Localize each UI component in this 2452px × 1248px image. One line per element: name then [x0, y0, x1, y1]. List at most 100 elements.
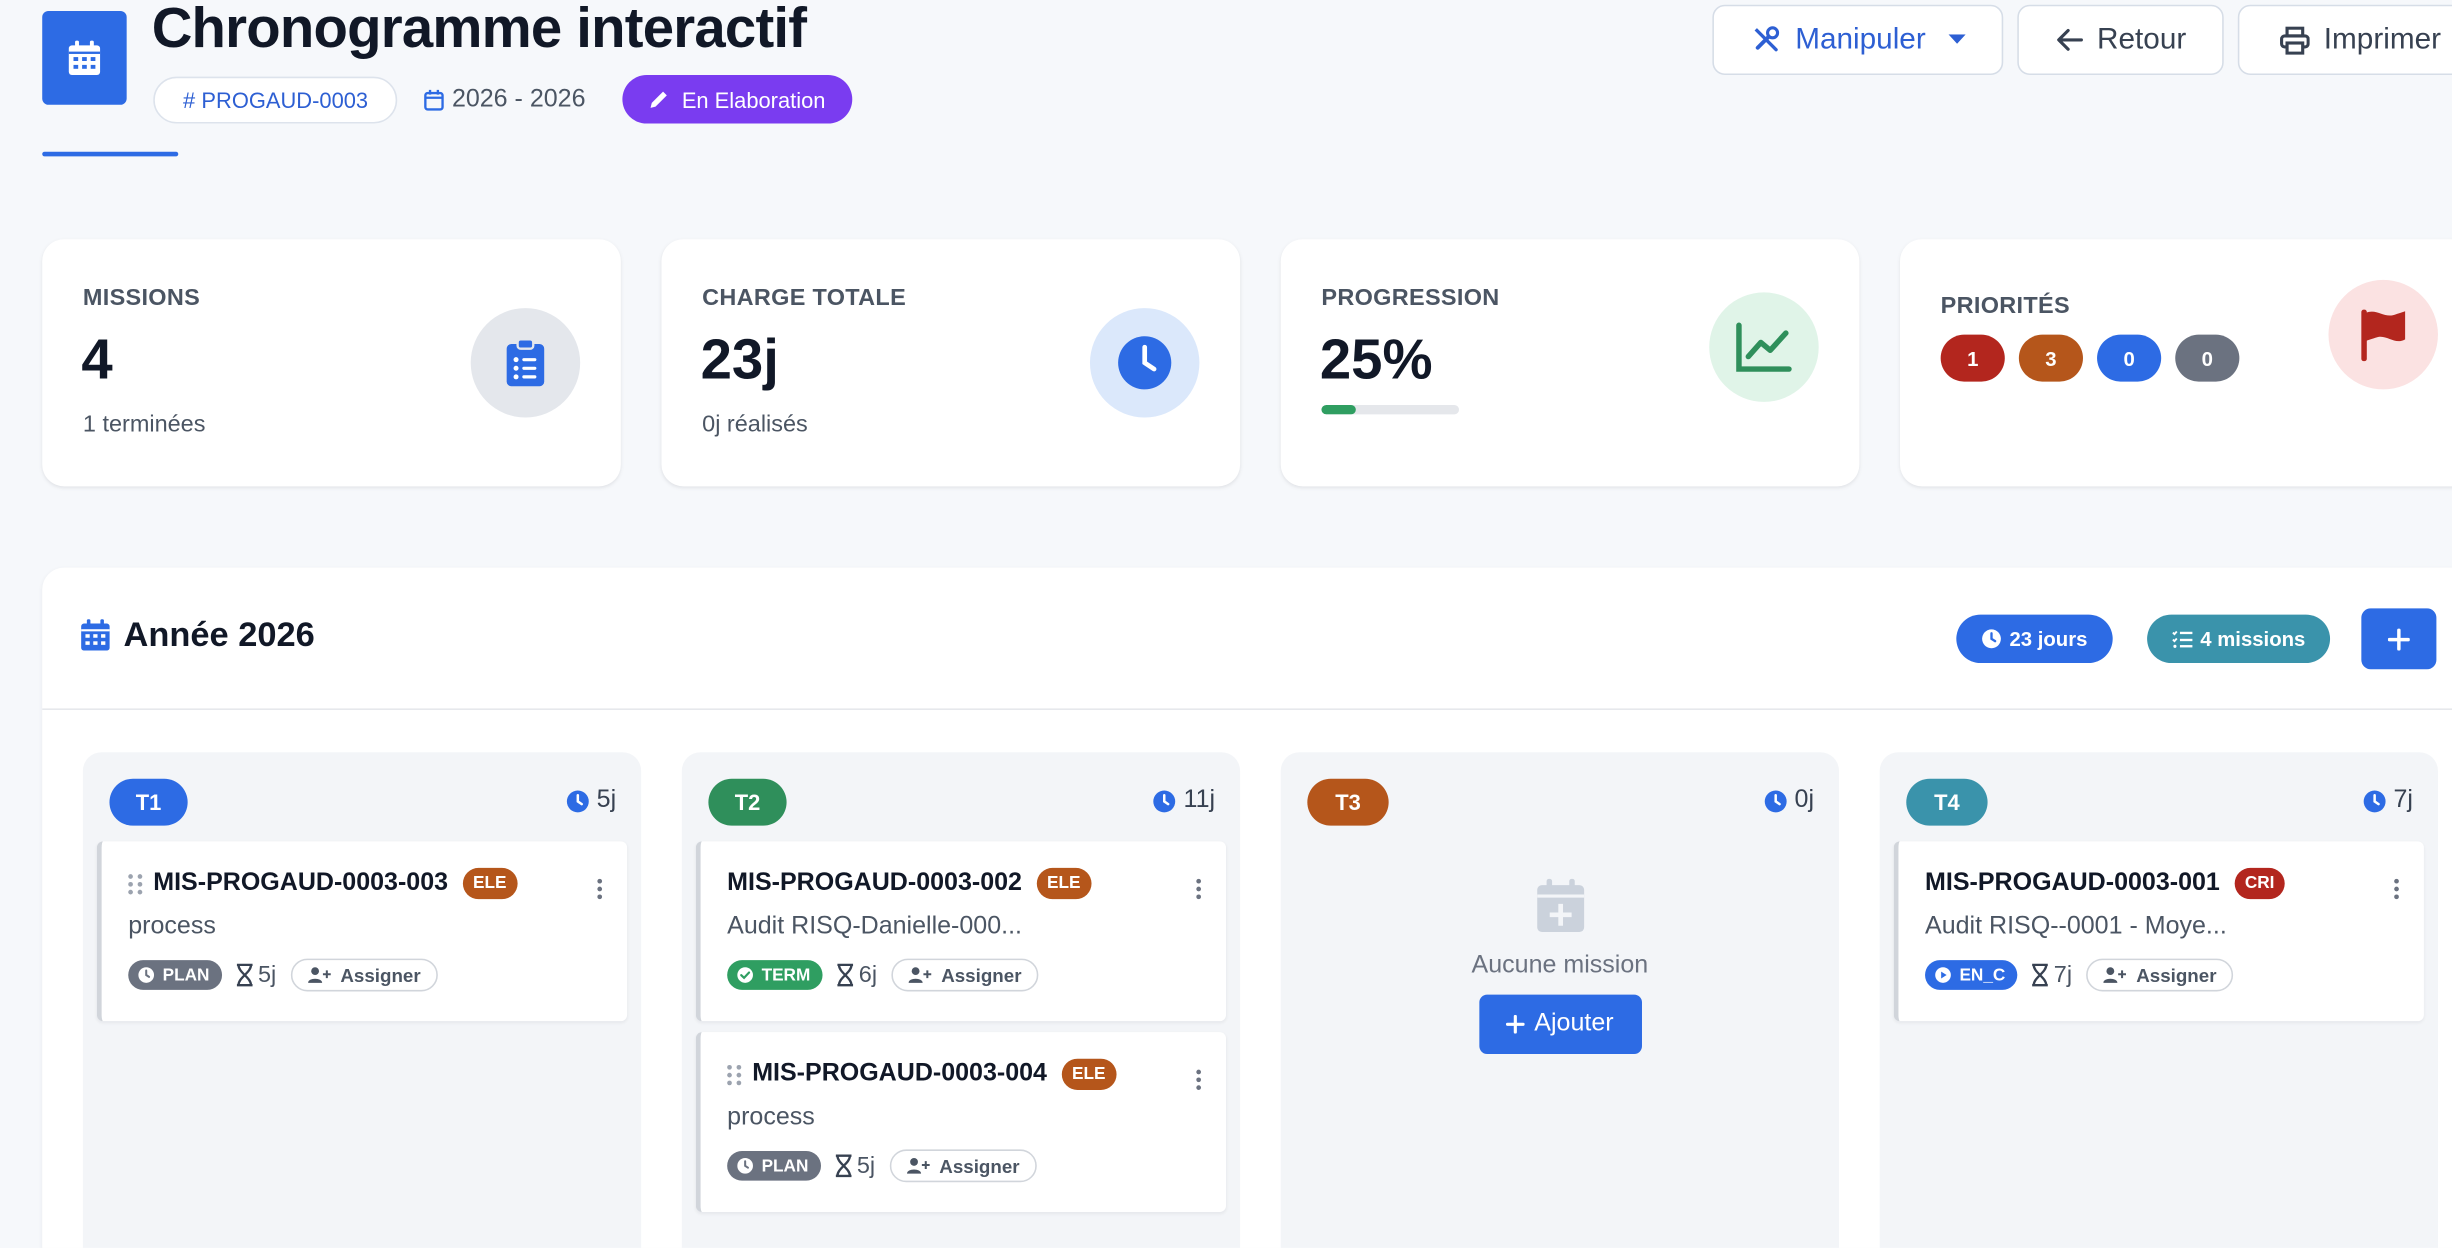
manipuler-label: Manipuler	[1795, 22, 1926, 56]
progression-bar	[1321, 405, 1460, 415]
priority-pill-high: 3	[2018, 334, 2083, 382]
imprimer-button[interactable]: Imprimer	[2237, 4, 2452, 76]
check-circle-icon	[737, 967, 753, 983]
calendar-plus-icon	[1536, 878, 1584, 933]
user-plus-icon	[906, 1157, 930, 1174]
plus-icon	[2387, 627, 2410, 650]
user-plus-icon	[2103, 967, 2127, 983]
mission-priority-badge: ELE	[1036, 867, 1092, 900]
user-plus-icon	[307, 967, 331, 983]
hourglass-icon	[835, 1154, 852, 1178]
assign-button[interactable]: Assigner	[290, 958, 438, 992]
mission-code: MIS-PROGAUD-0003-002	[727, 869, 1022, 897]
mission-code: MIS-PROGAUD-0003-001	[1925, 869, 2220, 897]
pencil-icon	[650, 91, 667, 108]
hash-icon: #	[182, 87, 196, 113]
mission-card-head: MIS-PROGAUD-0003-003 ELE	[128, 867, 518, 900]
tools-icon	[1754, 26, 1780, 52]
mission-duration-value: 6j	[858, 961, 878, 989]
date-range-text: 2026 - 2026	[451, 86, 586, 113]
missions-stat-sub: 1 terminées	[82, 411, 206, 438]
mission-duration-value: 7j	[2053, 961, 2073, 989]
mission-status-badge: TERM	[727, 960, 823, 990]
date-range: 2026 - 2026	[424, 83, 586, 117]
kebab-menu-icon[interactable]	[1196, 1069, 1201, 1090]
progression-stat-label: PROGRESSION	[1321, 284, 1500, 312]
page-title: Chronogramme interactif	[151, 0, 807, 60]
mission-card-head: MIS-PROGAUD-0003-004 ELE	[727, 1058, 1117, 1090]
plus-icon	[1506, 1014, 1525, 1034]
mission-description: Audit RISQ-Danielle-000...	[727, 913, 1022, 940]
year-title: Année 2026	[123, 614, 315, 654]
missions-badge: 4 missions	[2147, 614, 2331, 664]
clock-small-icon	[1153, 789, 1175, 812]
arrow-left-icon	[2057, 28, 2083, 51]
quarter-load: 5j	[565, 787, 616, 815]
calendar-small-icon	[424, 89, 444, 111]
missions-badge-text: 4 missions	[2200, 627, 2306, 651]
empty-state: Aucune mission Ajouter	[1281, 877, 1839, 1055]
priority-pill-critical: 1	[1940, 334, 2005, 382]
mission-description: Audit RISQ--0001 - Moye...	[1925, 913, 2227, 940]
retour-button[interactable]: Retour	[2017, 4, 2224, 76]
mission-priority-badge: CRI	[2233, 867, 2286, 900]
mission-status-text: EN_C	[1959, 965, 2006, 985]
manipuler-button[interactable]: Manipuler	[1712, 4, 2004, 76]
progression-bar-fill	[1321, 405, 1356, 415]
mission-description: process	[727, 1104, 815, 1131]
drag-handle-icon[interactable]	[128, 873, 143, 894]
quarter-badge: T2	[708, 778, 787, 826]
mission-card-footer: PLAN 5j Assigner	[128, 958, 438, 992]
clock-small-icon	[1982, 629, 2001, 649]
quarter-column-t1: T1 5j MIS-PROGAUD-0003-003 ELE process P…	[82, 752, 642, 1248]
quarter-load: 7j	[2362, 787, 2413, 815]
mission-code: MIS-PROGAUD-0003-004	[752, 1060, 1047, 1087]
clock-icon	[1089, 308, 1200, 418]
mission-status-text: TERM	[761, 965, 811, 985]
play-circle-icon	[1935, 967, 1951, 983]
assign-button[interactable]: Assigner	[2086, 958, 2234, 992]
mission-description: process	[128, 913, 216, 940]
quarter-badge: T1	[109, 778, 188, 826]
mission-duration: 6j	[837, 961, 878, 989]
kebab-menu-icon[interactable]	[2394, 878, 2399, 900]
mission-card[interactable]: MIS-PROGAUD-0003-001 CRI Audit RISQ--000…	[1893, 841, 2424, 1022]
kebab-menu-icon[interactable]	[1196, 878, 1201, 900]
empty-state-text: Aucune mission	[1471, 952, 1649, 979]
priorites-stat-label: PRIORITÉS	[1940, 292, 2070, 320]
clock-small-icon	[566, 789, 589, 812]
mission-code: MIS-PROGAUD-0003-003	[153, 869, 449, 897]
mission-card[interactable]: MIS-PROGAUD-0003-004 ELE process PLAN 5j…	[695, 1032, 1227, 1212]
clipboard-icon	[470, 308, 581, 418]
user-plus-icon	[908, 967, 932, 983]
kebab-menu-icon[interactable]	[597, 878, 603, 900]
assign-label: Assigner	[340, 964, 421, 986]
quarter-load-value: 7j	[2393, 786, 2413, 814]
days-badge: 23 jours	[1956, 614, 2113, 664]
assign-button[interactable]: Assigner	[891, 958, 1039, 992]
mission-card[interactable]: MIS-PROGAUD-0003-003 ELE process PLAN 5j…	[96, 841, 628, 1022]
imprimer-label: Imprimer	[2323, 22, 2442, 56]
mission-duration-value: 5j	[856, 1152, 876, 1180]
status-badge: En Elaboration	[622, 75, 853, 124]
drag-handle-icon[interactable]	[727, 1064, 742, 1085]
status-text: En Elaboration	[681, 86, 826, 112]
assign-label: Assigner	[2136, 964, 2217, 986]
progression-stat-card: PROGRESSION 25%	[1280, 239, 1860, 487]
mission-status-text: PLAN	[761, 1156, 809, 1176]
mission-duration: 5j	[835, 1152, 876, 1180]
ajouter-button[interactable]: Ajouter	[1478, 994, 1642, 1055]
clock-small-icon	[2362, 789, 2385, 812]
mission-priority-badge: ELE	[462, 867, 518, 900]
mission-status-badge: EN_C	[1925, 960, 2018, 990]
quarter-badge: T3	[1307, 778, 1389, 826]
mission-status-badge: PLAN	[727, 1150, 821, 1181]
quarter-load: 11j	[1152, 787, 1215, 815]
assign-button[interactable]: Assigner	[889, 1149, 1037, 1183]
mission-card[interactable]: MIS-PROGAUD-0003-002 ELE Audit RISQ-Dani…	[695, 841, 1227, 1022]
days-badge-text: 23 jours	[2009, 627, 2088, 651]
add-mission-button[interactable]	[2361, 608, 2437, 670]
year-divider	[42, 708, 2452, 710]
charge-stat-card: CHARGE TOTALE 23j 0j réalisés	[661, 239, 1241, 487]
hourglass-icon	[837, 963, 854, 987]
